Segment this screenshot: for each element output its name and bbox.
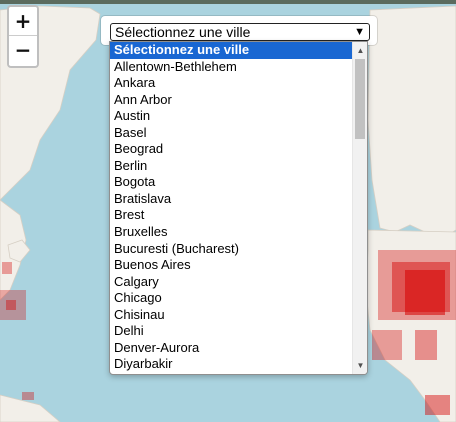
zoom-control: + − (7, 5, 39, 68)
zoom-out-button[interactable]: − (9, 36, 37, 65)
city-option[interactable]: Allentown-Bethlehem (110, 59, 353, 76)
scroll-down-arrow-icon[interactable]: ▼ (353, 358, 367, 373)
scrollbar-thumb[interactable] (355, 59, 365, 139)
city-select[interactable]: Sélectionnez une ville ▼ (110, 23, 370, 41)
city-dropdown-list[interactable]: Sélectionnez une ville Allentown-Bethleh… (109, 41, 368, 375)
city-select-value: Sélectionnez une ville (115, 24, 251, 40)
city-option[interactable]: Bogota (110, 174, 353, 191)
city-option[interactable]: Basel (110, 125, 353, 142)
city-option[interactable]: Bratislava (110, 191, 353, 208)
city-option[interactable]: Bucuresti (Bucharest) (110, 241, 353, 258)
city-options: Sélectionnez une ville Allentown-Bethleh… (110, 42, 353, 373)
city-option[interactable]: Denver-Aurora (110, 340, 353, 357)
city-option[interactable]: Calgary (110, 274, 353, 291)
city-option[interactable]: Berlin (110, 158, 353, 175)
dropdown-scrollbar[interactable]: ▲ ▼ (352, 42, 367, 374)
city-option[interactable]: Ann Arbor (110, 92, 353, 109)
city-option[interactable]: Bruxelles (110, 224, 353, 241)
chevron-down-icon: ▼ (354, 26, 365, 38)
city-option[interactable]: Austin (110, 108, 353, 125)
city-option-selected[interactable]: Sélectionnez une ville (110, 42, 353, 59)
city-option[interactable]: Beograd (110, 141, 353, 158)
top-border (0, 0, 456, 4)
city-option[interactable]: Chicago (110, 290, 353, 307)
scroll-up-arrow-icon[interactable]: ▲ (353, 43, 367, 58)
city-option[interactable]: Buenos Aires (110, 257, 353, 274)
city-option[interactable]: Delhi (110, 323, 353, 340)
city-option[interactable]: Chisinau (110, 307, 353, 324)
zoom-in-button[interactable]: + (9, 7, 37, 36)
city-option[interactable]: Brest (110, 207, 353, 224)
city-option[interactable]: Diyarbakir (110, 356, 353, 373)
city-option[interactable]: Ankara (110, 75, 353, 92)
